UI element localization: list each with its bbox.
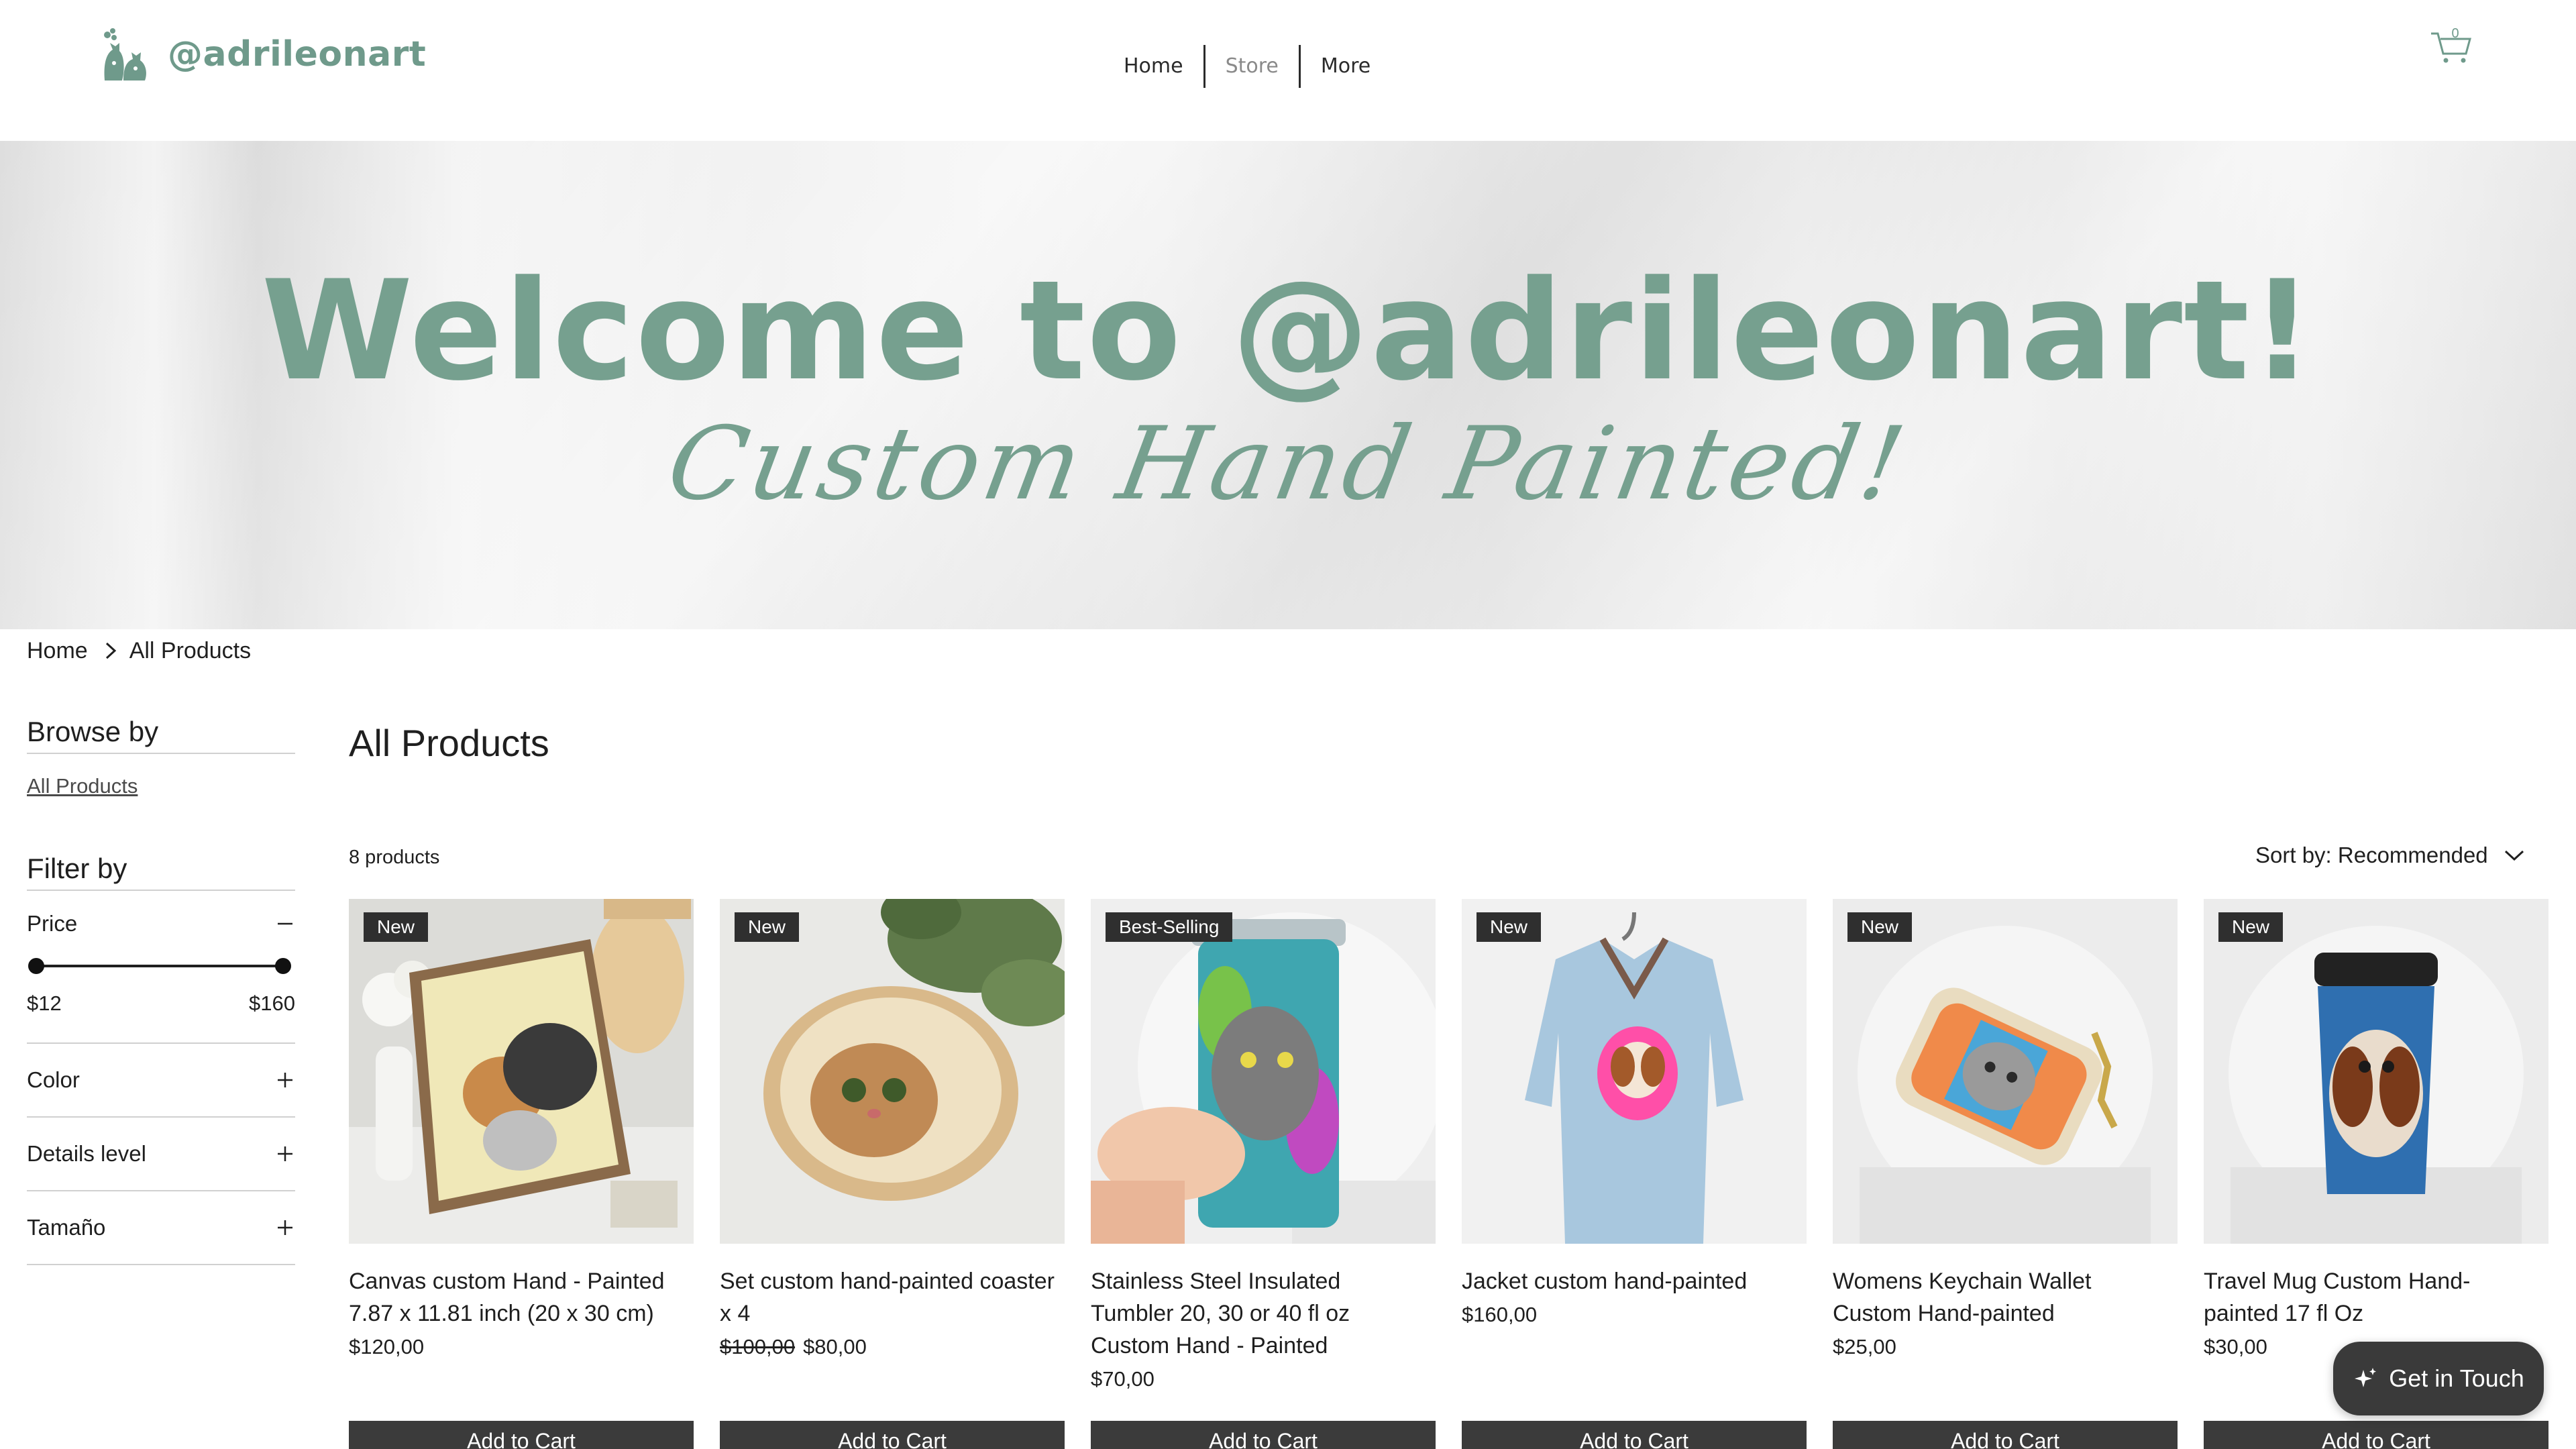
product-price: $160,00 <box>1462 1303 1807 1327</box>
tumbler-image <box>1091 899 1436 1244</box>
product-current-price: $80,00 <box>803 1335 867 1358</box>
filter-color-label: Color <box>27 1067 80 1092</box>
add-to-cart-button[interactable]: Add to Cart <box>720 1421 1065 1449</box>
price-filter-header[interactable]: Price <box>27 911 295 936</box>
plus-icon[interactable] <box>275 1218 295 1238</box>
nav-store[interactable]: Store <box>1205 43 1299 90</box>
breadcrumb-home[interactable]: Home <box>27 638 88 664</box>
travel-mug-image <box>2204 899 2548 1244</box>
cart-count: 0 <box>2451 27 2459 41</box>
price-slider-max-handle[interactable] <box>275 958 291 974</box>
product-card: New Jacket custom hand-painted $160,00 A… <box>1462 899 1807 1449</box>
banner-subtitle: Custom Hand Painted! <box>659 406 1917 523</box>
nav-home[interactable]: Home <box>1104 43 1203 90</box>
logo[interactable]: @adrileonart <box>98 24 426 85</box>
product-badge: Best-Selling <box>1106 912 1233 942</box>
jacket-image <box>1462 899 1807 1244</box>
product-count: 8 products <box>349 847 440 868</box>
product-card: New Canvas custom Hand - Painted 7.87 x … <box>349 899 694 1449</box>
product-price: $120,00 <box>349 1335 694 1359</box>
cats-logo-icon <box>104 28 146 80</box>
get-in-touch-label: Get in Touch <box>2389 1364 2524 1392</box>
sort-label: Sort by: Recommended <box>2255 843 2488 867</box>
product-badge: New <box>364 912 429 942</box>
product-current-price: $25,00 <box>1833 1335 1896 1358</box>
product-badge: New <box>2218 912 2284 942</box>
logo-text: @adrileonart <box>168 34 427 74</box>
add-to-cart-button[interactable]: Add to Cart <box>349 1421 694 1449</box>
price-filter-label: Price <box>27 911 78 936</box>
hero-banner: Welcome to @adrileonart! Custom Hand Pai… <box>0 141 2576 629</box>
product-badge: New <box>735 912 800 942</box>
filter-tamano-label: Tamaño <box>27 1215 106 1240</box>
product-current-price: $120,00 <box>349 1335 425 1358</box>
add-to-cart-button[interactable]: Add to Cart <box>1091 1421 1436 1449</box>
product-name[interactable]: Womens Keychain Wallet Custom Hand-paint… <box>1833 1265 2168 1330</box>
product-name[interactable]: Set custom hand-painted coaster x 4 <box>720 1265 1055 1330</box>
keychain-wallet-image <box>1833 899 2178 1244</box>
filter-color[interactable]: Color <box>27 1044 295 1118</box>
cart-icon[interactable]: 0 <box>2430 27 2474 64</box>
product-name[interactable]: Travel Mug Custom Hand-painted 17 fl Oz <box>2204 1265 2539 1330</box>
product-current-price: $70,00 <box>1091 1367 1155 1391</box>
filter-details-level-label: Details level <box>27 1141 146 1166</box>
product-badge: New <box>1847 912 1913 942</box>
price-filter: Price $12 $160 <box>27 891 295 1044</box>
product-image[interactable]: New <box>1833 899 2178 1244</box>
add-to-cart-button[interactable]: Add to Cart <box>2204 1421 2548 1449</box>
add-to-cart-button[interactable]: Add to Cart <box>1462 1421 1807 1449</box>
banner-title: Welcome to @adrileonart! <box>261 252 2315 411</box>
product-card: New Womens Keychain Wallet Custom Hand-p… <box>1833 899 2178 1449</box>
main-nav: Home Store More <box>1104 43 1391 90</box>
product-card: New Travel Mug Custom Hand-painted 17 fl… <box>2204 899 2548 1449</box>
product-original-price: $100,00 <box>720 1335 796 1358</box>
get-in-touch-button[interactable]: Get in Touch <box>2333 1342 2544 1415</box>
breadcrumb-current: All Products <box>129 637 252 663</box>
product-price: $25,00 <box>1833 1335 2178 1359</box>
chevron-right-icon <box>105 642 116 659</box>
price-min-label: $12 <box>27 991 62 1015</box>
product-name[interactable]: Stainless Steel Insulated Tumbler 20, 30… <box>1091 1265 1426 1362</box>
filter-by-title: Filter by <box>27 853 127 884</box>
filter-tamano[interactable]: Tamaño <box>27 1191 295 1265</box>
nav-more[interactable]: More <box>1301 43 1391 90</box>
price-max-label: $160 <box>249 991 295 1015</box>
chevron-down-icon <box>2504 850 2524 861</box>
price-slider-min-handle[interactable] <box>28 958 44 974</box>
product-name[interactable]: Canvas custom Hand - Painted 7.87 x 11.8… <box>349 1265 684 1330</box>
add-to-cart-button[interactable]: Add to Cart <box>1833 1421 2178 1449</box>
sort-dropdown[interactable]: Sort by: Recommended <box>2255 843 2526 868</box>
plus-icon[interactable] <box>275 1144 295 1164</box>
plus-icon[interactable] <box>275 1070 295 1090</box>
filter-details-level[interactable]: Details level <box>27 1118 295 1191</box>
browse-all-products-link[interactable]: All Products <box>27 774 295 808</box>
product-image[interactable]: New <box>720 899 1065 1244</box>
breadcrumb: Home All Products <box>27 634 251 667</box>
product-image[interactable]: Best-Selling <box>1091 899 1436 1244</box>
product-image[interactable]: New <box>1462 899 1807 1244</box>
product-card: Best-Selling Stainless Steel Insulated T… <box>1091 899 1436 1449</box>
page-title: All Products <box>349 722 549 764</box>
coaster-image <box>720 899 1065 1244</box>
product-card: New Set custom hand-painted coaster x 4 … <box>720 899 1065 1449</box>
price-range-labels: $12 $160 <box>27 991 295 1016</box>
canvas-painting-image <box>349 899 694 1244</box>
divider <box>27 753 295 754</box>
product-current-price: $160,00 <box>1462 1303 1538 1326</box>
site-header: @adrileonart Home Store More 0 <box>0 0 2576 141</box>
product-image[interactable]: New <box>349 899 694 1244</box>
product-price: $100,00 $80,00 <box>720 1335 1065 1359</box>
product-name[interactable]: Jacket custom hand-painted <box>1462 1265 1797 1297</box>
sparkle-icon <box>2355 1368 2377 1387</box>
browse-by-title: Browse by <box>27 716 159 747</box>
minus-icon[interactable] <box>275 914 295 934</box>
product-image[interactable]: New <box>2204 899 2548 1244</box>
price-slider-track[interactable] <box>36 965 278 967</box>
product-current-price: $30,00 <box>2204 1335 2267 1358</box>
product-price: $70,00 <box>1091 1367 1436 1391</box>
sidebar: Browse by All Products Filter by Price $… <box>27 711 295 1265</box>
product-badge: New <box>1477 912 1542 942</box>
